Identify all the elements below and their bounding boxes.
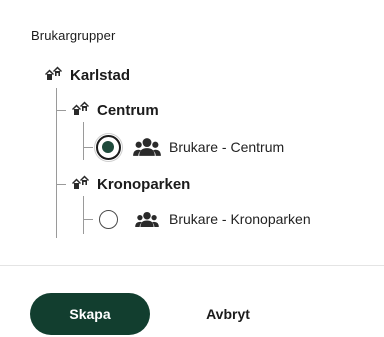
- radio-button-selected[interactable]: [96, 134, 121, 160]
- radio-option-label: Brukare - Centrum: [169, 139, 285, 155]
- houses-icon: [45, 66, 62, 80]
- tree-line: [56, 110, 66, 111]
- radio-option-brukare-centrum[interactable]: Brukare - Centrum: [96, 134, 284, 160]
- tree-node-label: Kronoparken: [97, 175, 191, 193]
- create-button[interactable]: Skapa: [30, 293, 150, 335]
- radio-button[interactable]: [99, 209, 118, 229]
- tree-node-label: Karlstad: [70, 66, 131, 84]
- houses-icon: [72, 101, 89, 115]
- tree-line: [83, 219, 93, 220]
- people-icon: [133, 138, 161, 156]
- radio-option-label: Brukare - Kronoparken: [169, 211, 311, 227]
- tree-node-kronoparken: Kronoparken: [71, 172, 190, 196]
- tree-line: [56, 184, 66, 185]
- tree-node-centrum: Centrum: [71, 98, 159, 122]
- people-icon: [135, 211, 159, 227]
- tree-line: [83, 147, 93, 148]
- tree-node-karlstad: Karlstad: [44, 63, 130, 87]
- section-label: Brukargrupper: [31, 28, 116, 43]
- user-group-panel: Brukargrupper Karlstad Centrum Brukare -…: [0, 0, 384, 337]
- footer-divider: [0, 265, 384, 266]
- houses-icon: [72, 175, 89, 189]
- tree-node-label: Centrum: [97, 101, 159, 119]
- radio-option-brukare-kronoparken[interactable]: Brukare - Kronoparken: [99, 206, 311, 232]
- cancel-button[interactable]: Avbryt: [176, 293, 280, 335]
- tree-line: [83, 122, 84, 160]
- tree-line: [83, 196, 84, 234]
